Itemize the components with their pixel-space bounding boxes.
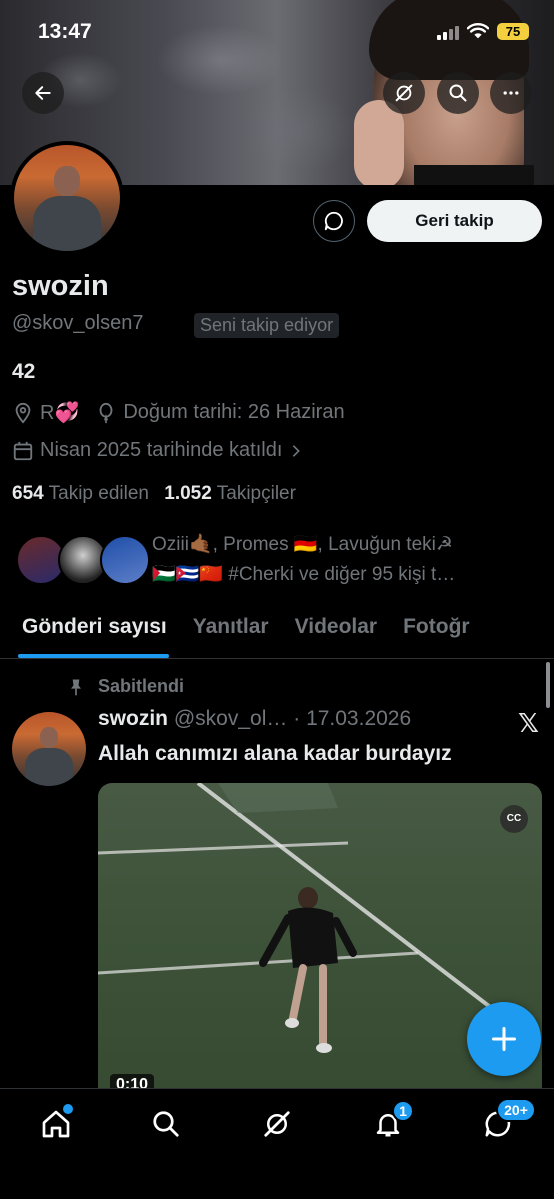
post-date: 17.03.2026 <box>306 707 412 730</box>
known-followers-line1: Oziii🤙🏾, Promes 🇩🇪, Lavuğun teki☭ <box>152 534 453 555</box>
more-button[interactable] <box>490 72 532 114</box>
follow-counts: 654 Takip edilen 1.052 Takipçiler <box>12 483 296 505</box>
profile-birthday: Doğum tarihi: 26 Haziran <box>123 401 345 423</box>
search-button[interactable] <box>437 72 479 114</box>
battery-indicator: 75 <box>497 23 529 40</box>
message-icon <box>324 211 343 231</box>
joined-row[interactable]: Nisan 2025 tarihinde katıldı <box>12 439 304 462</box>
status-time: 13:47 <box>38 20 92 43</box>
following-link[interactable]: 654 Takip edilen <box>12 483 149 504</box>
profile-location: R💞 <box>40 402 80 424</box>
notifications-badge: 1 <box>392 1100 414 1122</box>
home-unread-dot <box>63 1104 73 1114</box>
status-bar: 13:47 75 <box>0 0 554 60</box>
post-avatar-body <box>25 747 73 786</box>
post-separator: · <box>287 707 307 730</box>
followers-link[interactable]: 1.052 Takipçiler <box>164 483 296 504</box>
nav-grok[interactable] <box>257 1104 297 1144</box>
profile-tabs: Gönderi sayısı Yanıtlar Videolar Fotoğr <box>0 603 554 659</box>
video-duration: 0:10 <box>110 1074 155 1088</box>
post-author-handle: @skov_ol… <box>173 707 288 730</box>
chevron-right-icon <box>293 444 301 457</box>
avatar-head <box>54 166 80 196</box>
balloon-icon <box>99 402 113 423</box>
tab-photos[interactable]: Fotoğr <box>389 603 481 658</box>
profile-name: swozin <box>12 270 109 302</box>
grok-icon <box>395 84 413 102</box>
profile-joined: Nisan 2025 tarihinde katıldı <box>40 439 283 461</box>
grok-icon <box>264 1111 290 1137</box>
signal-icon <box>437 26 459 40</box>
grok-button[interactable] <box>383 72 425 114</box>
compose-button[interactable] <box>467 1002 541 1076</box>
x-logo-icon: 𝕏 <box>518 708 539 738</box>
known-followers-text[interactable]: Oziii🤙🏾, Promes 🇩🇪, Lavuğun teki☭ 🇵🇸🇨🇺🇨🇳… <box>152 530 532 590</box>
tab-videos[interactable]: Videolar <box>281 603 389 658</box>
nav-home[interactable] <box>36 1104 76 1144</box>
follows-you-badge: Seni takip ediyor <box>194 313 340 338</box>
post-avatar-head <box>40 726 58 748</box>
post-header[interactable]: swozin @skov_ol… · 17.03.2026 <box>98 707 411 731</box>
post-author-name: swozin <box>98 707 169 730</box>
profile-meta-row: R💞 Doğum tarihi: 26 Haziran <box>12 400 345 425</box>
profile-bio: 42 <box>12 360 36 383</box>
plus-icon <box>491 1026 517 1052</box>
avatar-image <box>14 145 120 251</box>
known-followers-avatars[interactable] <box>16 535 150 587</box>
bottom-navigation: 1 20+ <box>0 1088 554 1199</box>
profile-handle: @skov_olsen7 <box>12 312 144 334</box>
search-icon <box>449 84 467 102</box>
pinned-label-row: Sabitlendi <box>66 676 184 697</box>
post-author-avatar[interactable] <box>12 712 86 786</box>
location-icon <box>15 402 31 424</box>
avatar-body <box>33 195 101 251</box>
known-followers-line2: 🇵🇸🇨🇺🇨🇳 #Cherki ve diğer 95 kişi t… <box>152 564 456 585</box>
pinned-label: Sabitlendi <box>98 676 185 696</box>
pin-icon <box>71 679 81 695</box>
followers-label: Takipçiler <box>216 483 296 504</box>
back-button[interactable] <box>22 72 64 114</box>
nav-messages[interactable]: 20+ <box>478 1098 536 1144</box>
post-avatar-image <box>12 712 86 786</box>
following-count: 654 <box>12 483 44 504</box>
tab-replies[interactable]: Yanıtlar <box>179 603 281 658</box>
banner-shirt <box>414 165 534 185</box>
known-follower-avatar <box>100 535 150 585</box>
messages-badge: 20+ <box>496 1098 536 1122</box>
post-text: Allah canımızı alana kadar burdayız <box>98 742 452 765</box>
back-arrow-icon <box>35 86 51 100</box>
scrollbar[interactable] <box>546 662 550 708</box>
captions-button[interactable]: CC <box>500 805 528 833</box>
nav-search[interactable] <box>146 1104 186 1144</box>
message-button[interactable] <box>313 200 355 242</box>
following-label: Takip edilen <box>48 483 149 504</box>
calendar-icon <box>13 441 33 460</box>
profile-avatar[interactable] <box>10 141 124 255</box>
nav-notifications[interactable]: 1 <box>368 1100 414 1144</box>
tab-posts[interactable]: Gönderi sayısı <box>0 603 179 658</box>
more-icon <box>503 91 519 95</box>
search-icon <box>153 1111 179 1137</box>
followers-count: 1.052 <box>164 483 212 504</box>
follow-back-button[interactable]: Geri takip <box>367 200 542 242</box>
wifi-icon <box>467 23 489 39</box>
